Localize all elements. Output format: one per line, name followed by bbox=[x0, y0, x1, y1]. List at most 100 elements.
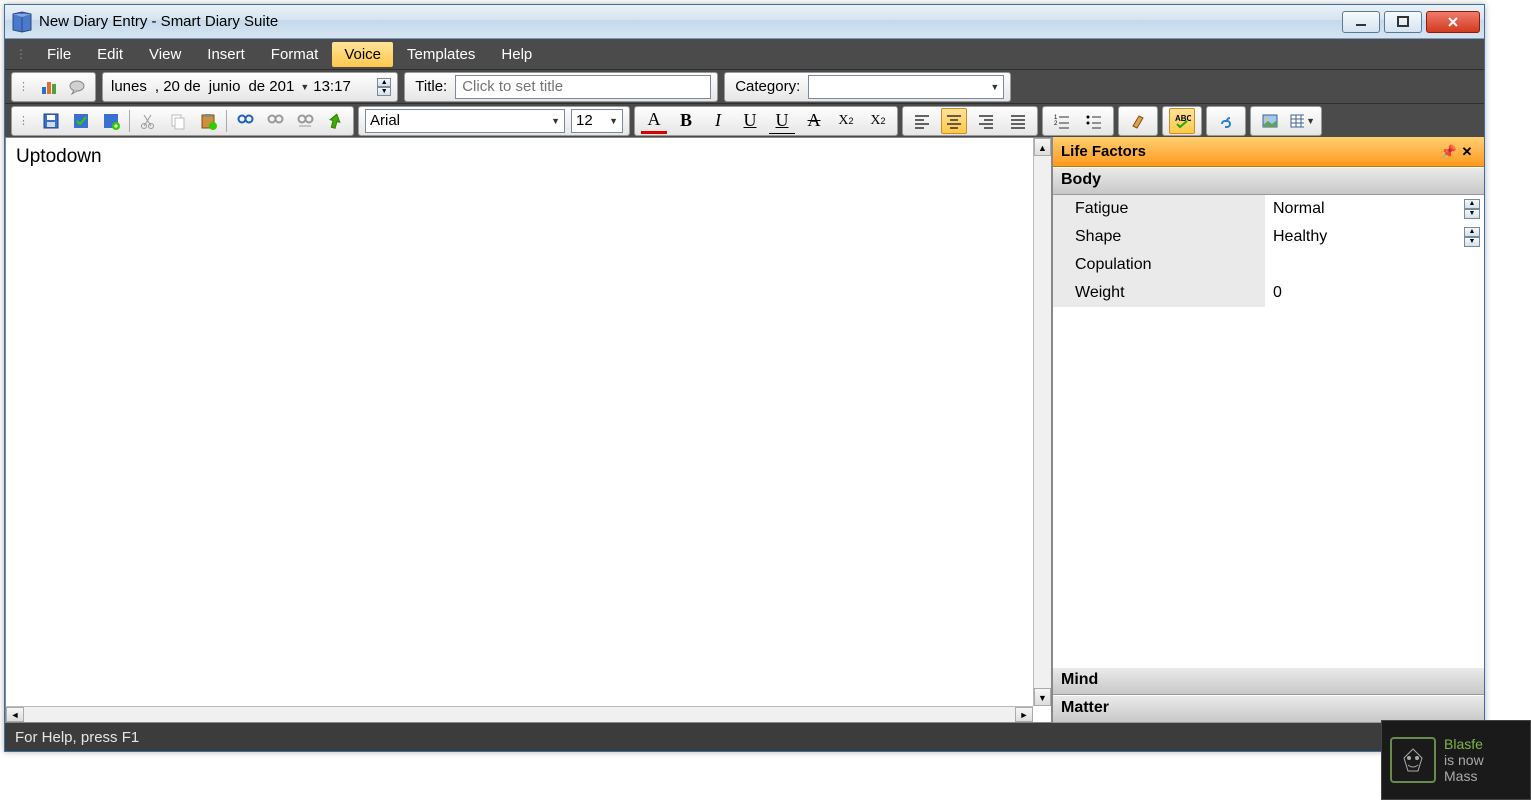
titlebar: New Diary Entry - Smart Diary Suite bbox=[5, 5, 1484, 39]
pin-icon[interactable]: 📌 bbox=[1440, 144, 1458, 160]
panel-title: Life Factors bbox=[1061, 143, 1146, 160]
statusbar: For Help, press F1 CAP NUM bbox=[5, 723, 1484, 751]
save-icon[interactable] bbox=[39, 109, 63, 133]
toolbar-grip-icon: ⋮ bbox=[18, 80, 33, 93]
link-button[interactable] bbox=[1213, 108, 1239, 134]
maximize-button[interactable] bbox=[1384, 11, 1422, 33]
subscript-button[interactable]: X2 bbox=[865, 108, 891, 134]
factor-spinner[interactable]: ▲▼ bbox=[1464, 199, 1480, 219]
scroll-left-icon[interactable]: ◄ bbox=[6, 707, 24, 722]
section-matter[interactable]: Matter bbox=[1053, 695, 1484, 723]
category-select[interactable]: ▼ bbox=[808, 75, 1004, 99]
bold-button[interactable]: B bbox=[673, 108, 699, 134]
toolbar2-grip-icon: ⋮ bbox=[18, 114, 33, 127]
time-spinner[interactable]: ▲▼ bbox=[377, 78, 391, 96]
date-dropdown-icon[interactable]: ▼ bbox=[300, 82, 309, 92]
vertical-scrollbar[interactable]: ▲ ▼ bbox=[1033, 138, 1051, 706]
font-select[interactable]: Arial▼ bbox=[365, 109, 565, 133]
toolbar-entry-meta: ⋮ lunes , 20 de junio de 201 ▼ ▲▼ Title:… bbox=[5, 69, 1484, 103]
align-left-button[interactable] bbox=[909, 108, 935, 134]
bubble-icon[interactable] bbox=[65, 75, 89, 99]
close-button[interactable] bbox=[1426, 11, 1480, 33]
app-icon bbox=[11, 11, 33, 33]
strikethrough-button[interactable]: A bbox=[801, 108, 827, 134]
align-center-button[interactable] bbox=[941, 108, 967, 134]
date-year[interactable]: de 201 bbox=[246, 78, 296, 95]
section-mind[interactable]: Mind bbox=[1053, 667, 1484, 695]
menu-file[interactable]: File bbox=[35, 42, 83, 67]
paste-icon[interactable] bbox=[196, 109, 220, 133]
scroll-up-icon[interactable]: ▲ bbox=[1034, 138, 1051, 156]
save-check-icon[interactable] bbox=[69, 109, 93, 133]
title-input[interactable] bbox=[455, 75, 711, 99]
save-add-icon[interactable] bbox=[99, 109, 123, 133]
cut-icon[interactable] bbox=[136, 109, 160, 133]
panel-close-icon[interactable]: ✕ bbox=[1458, 144, 1476, 160]
align-right-button[interactable] bbox=[973, 108, 999, 134]
align-justify-button[interactable] bbox=[1005, 108, 1031, 134]
bullet-list-button[interactable] bbox=[1081, 108, 1107, 134]
date-weekday[interactable]: lunes bbox=[109, 78, 149, 95]
factor-row: Weight0 bbox=[1053, 279, 1484, 307]
replace-icon[interactable] bbox=[293, 109, 317, 133]
table-button[interactable]: ▼ bbox=[1289, 108, 1315, 134]
factor-label: Shape bbox=[1053, 223, 1265, 251]
find-icon[interactable] bbox=[233, 109, 257, 133]
image-button[interactable] bbox=[1257, 108, 1283, 134]
menu-format[interactable]: Format bbox=[259, 42, 331, 67]
spellcheck-button[interactable]: ABC bbox=[1169, 108, 1195, 134]
svg-text:ABC: ABC bbox=[1175, 114, 1191, 123]
panel-header: Life Factors 📌 ✕ bbox=[1053, 137, 1484, 167]
italic-button[interactable]: I bbox=[705, 108, 731, 134]
date-month[interactable]: junio bbox=[207, 78, 243, 95]
minimize-button[interactable] bbox=[1342, 11, 1380, 33]
font-color-button[interactable]: A bbox=[641, 108, 667, 134]
copy-icon[interactable] bbox=[166, 109, 190, 133]
recycle-icon[interactable] bbox=[323, 109, 347, 133]
horizontal-scrollbar[interactable]: ◄ ► bbox=[6, 706, 1033, 722]
notification-popup[interactable]: Blasfe is now Mass bbox=[1381, 720, 1531, 800]
menu-help[interactable]: Help bbox=[489, 42, 544, 67]
date-day[interactable]: , 20 de bbox=[153, 78, 203, 95]
highlight-button[interactable] bbox=[1125, 108, 1151, 134]
factor-spinner[interactable]: ▲▼ bbox=[1464, 227, 1480, 247]
factor-row: FatigueNormal▲▼ bbox=[1053, 195, 1484, 223]
title-label: Title: bbox=[411, 78, 451, 95]
status-help: For Help, press F1 bbox=[15, 729, 139, 746]
font-size-select[interactable]: 12▼ bbox=[571, 109, 623, 133]
menu-voice[interactable]: Voice bbox=[332, 42, 393, 67]
main-area: Uptodown ▲ ▼ ◄ ► Life Factors 📌 ✕ Body F… bbox=[5, 137, 1484, 723]
factor-value[interactable]: Healthy▲▼ bbox=[1265, 227, 1484, 247]
numbered-list-button[interactable]: 12 bbox=[1049, 108, 1075, 134]
menu-grip-icon: ⋮ bbox=[15, 47, 27, 61]
factor-row: Copulation bbox=[1053, 251, 1484, 279]
menu-edit[interactable]: Edit bbox=[85, 42, 135, 67]
double-underline-button[interactable]: U bbox=[769, 108, 795, 134]
superscript-button[interactable]: X2 bbox=[833, 108, 859, 134]
scroll-right-icon[interactable]: ► bbox=[1015, 707, 1033, 722]
factor-label: Weight bbox=[1053, 279, 1265, 307]
factor-label: Fatigue bbox=[1053, 195, 1265, 223]
menu-insert[interactable]: Insert bbox=[195, 42, 257, 67]
editor-wrap: Uptodown ▲ ▼ ◄ ► bbox=[5, 137, 1052, 723]
scroll-down-icon[interactable]: ▼ bbox=[1034, 688, 1051, 706]
editor[interactable]: Uptodown bbox=[6, 138, 1033, 706]
toolbar-formatting: ⋮ Arial▼ 12▼ A B I U U A X2 X2 bbox=[5, 103, 1484, 137]
menubar: ⋮ File Edit View Insert Format Voice Tem… bbox=[5, 39, 1484, 69]
factor-row: ShapeHealthy▲▼ bbox=[1053, 223, 1484, 251]
category-label: Category: bbox=[731, 78, 804, 95]
section-body[interactable]: Body bbox=[1053, 167, 1484, 195]
menu-view[interactable]: View bbox=[137, 42, 193, 67]
notification-text: Blasfe is now Mass bbox=[1444, 736, 1484, 784]
factor-value[interactable]: 0 bbox=[1265, 284, 1484, 302]
window-title: New Diary Entry - Smart Diary Suite bbox=[39, 13, 1342, 30]
menu-templates[interactable]: Templates bbox=[395, 42, 487, 67]
life-factors-panel: Life Factors 📌 ✕ Body FatigueNormal▲▼Sha… bbox=[1052, 137, 1484, 723]
time-input[interactable] bbox=[313, 78, 373, 95]
factor-value[interactable]: Normal▲▼ bbox=[1265, 199, 1484, 219]
chart-icon[interactable] bbox=[37, 75, 61, 99]
find-next-icon[interactable] bbox=[263, 109, 287, 133]
underline-button[interactable]: U bbox=[737, 108, 763, 134]
app-window: New Diary Entry - Smart Diary Suite ⋮ Fi… bbox=[4, 4, 1485, 752]
factor-label: Copulation bbox=[1053, 251, 1265, 279]
